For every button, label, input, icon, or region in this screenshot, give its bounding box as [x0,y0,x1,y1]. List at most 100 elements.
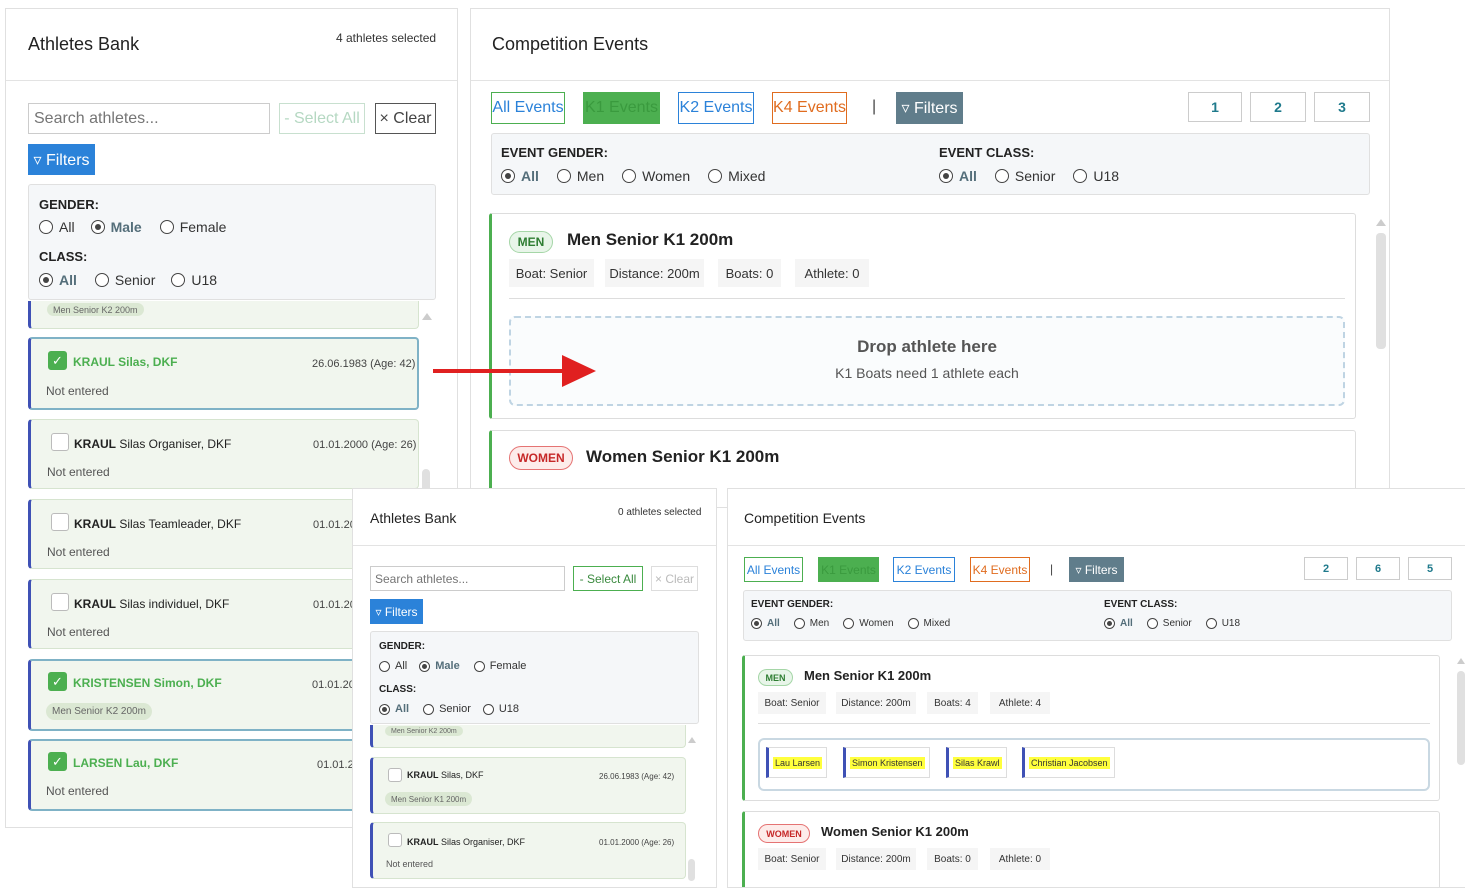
event-class-senior-radio[interactable]: Senior [1146,618,1192,629]
page-button[interactable]: 1 [1188,92,1242,122]
gender-label: GENDER: [379,641,426,652]
tab-k1-events[interactable]: K1 Events [818,557,879,582]
tab-k4-events[interactable]: K4 Events [772,92,847,124]
scroll-up-icon[interactable] [1376,219,1386,226]
competition-events-panel: Competition Events All Events K1 Events … [470,8,1390,508]
event-gender-all-radio[interactable]: All [751,618,780,629]
search-input[interactable] [370,566,565,591]
event-filters-box: EVENT GENDER: All Men Women Mixed EVENT … [491,133,1370,195]
athlete-checkbox[interactable]: ✓ [48,752,67,771]
athlete-checkbox[interactable] [388,768,402,782]
athlete-chip[interactable]: Simon Kristensen [843,747,930,778]
page-button[interactable]: 6 [1356,557,1400,580]
class-senior-radio[interactable]: Senior [94,272,155,288]
event-pill: Men Senior K2 200m [46,703,152,720]
gender-female-radio[interactable]: Female [159,219,226,235]
gender-female-radio[interactable]: Female [473,660,526,672]
athlete-card-partial[interactable]: Men Senior K2 200m [370,725,686,748]
event-gender-women-radio[interactable]: Women [622,168,690,184]
page-button[interactable]: 2 [1250,92,1306,122]
scroll-up-icon[interactable] [422,313,432,320]
athlete-checkbox[interactable] [388,833,402,847]
drop-zone-title: Drop athlete here [857,337,997,356]
select-all-button[interactable]: - Select All [573,566,643,591]
tab-k2-events[interactable]: K2 Events [893,557,955,582]
tab-k1-events[interactable]: K1 Events [583,92,660,124]
gender-male-radio[interactable]: Male [90,219,142,235]
event-meta-boat: Boat: Senior [758,848,826,870]
class-senior-radio[interactable]: Senior [423,703,471,715]
event-gender-mixed-radio[interactable]: Mixed [907,618,950,629]
class-u18-radio[interactable]: U18 [482,703,519,715]
class-options: All Senior U18 [39,272,217,288]
page-button[interactable]: 3 [1314,92,1370,122]
athlete-checkbox[interactable] [51,593,69,611]
event-class-u18-radio[interactable]: U18 [1073,168,1119,184]
athlete-chip[interactable]: Silas Krawl [946,747,1007,778]
class-all-radio[interactable]: All [39,272,77,288]
event-gender-men-radio[interactable]: Men [556,168,604,184]
scroll-up-icon[interactable] [688,737,696,743]
tab-separator: | [1050,562,1054,576]
event-pill: Men Senior K1 200m [385,792,473,806]
search-input[interactable] [28,103,270,134]
filters-box: GENDER: All Male Female CLASS: All Senio… [370,631,699,724]
filters-button[interactable]: ▿ Filters [896,92,963,124]
page-button[interactable]: 5 [1408,557,1452,580]
event-gender-all-radio[interactable]: All [501,168,539,184]
event-meta-distance: Distance: 200m [605,259,704,287]
athlete-status: Not entered [47,625,110,639]
athlete-checkbox[interactable]: ✓ [48,351,67,370]
athlete-birthdate: 01.01.20 [312,679,355,691]
drop-zone[interactable]: Drop athlete here K1 Boats need 1 athlet… [509,316,1345,406]
filters-button[interactable]: ▿ Filters [370,599,423,624]
athlete-list-scrollbar[interactable] [688,859,695,881]
tab-all-events[interactable]: All Events [744,557,803,582]
athlete-checkbox[interactable] [51,513,69,531]
event-pill: Men Senior K2 200m [385,726,463,736]
gender-male-radio[interactable]: Male [419,660,460,672]
athlete-card[interactable]: KRAUL Silas, DKF 26.06.1983 (Age: 42) Me… [370,757,686,814]
scroll-up-icon[interactable] [1457,658,1465,664]
filters-button[interactable]: ▿ Filters [1069,557,1124,582]
gender-options: All Male Female [39,219,226,235]
gender-options: All Male Female [379,660,526,672]
athlete-card[interactable]: KRAUL Silas Organiser, DKF 01.01.2000 (A… [370,822,686,879]
tab-k4-events[interactable]: K4 Events [970,557,1030,582]
event-gender-mixed-radio[interactable]: Mixed [708,168,765,184]
tab-all-events[interactable]: All Events [491,92,565,124]
event-gender-men-radio[interactable]: Men [793,618,829,629]
class-u18-radio[interactable]: U18 [171,272,217,288]
athlete-chip[interactable]: Lau Larsen [766,747,828,778]
athlete-card[interactable]: KRAUL Silas Organiser, DKF 01.01.2000 (A… [28,419,419,489]
clear-button[interactable]: × Clear [375,103,436,134]
athlete-checkbox[interactable]: ✓ [48,672,67,691]
gender-all-radio[interactable]: All [379,660,407,672]
drop-zone-subtitle: K1 Boats need 1 athlete each [835,365,1019,381]
select-all-button[interactable]: - Select All [279,103,365,134]
drag-arrow-icon [433,355,596,387]
page-button[interactable]: 2 [1304,557,1348,580]
athlete-checkbox[interactable] [51,433,69,451]
event-class-senior-radio[interactable]: Senior [994,168,1055,184]
athlete-status: Not entered [47,465,110,479]
event-class-all-radio[interactable]: All [1104,618,1133,629]
event-gender-women-radio[interactable]: Women [843,618,894,629]
athlete-chip[interactable]: Christian Jacobsen [1022,747,1115,778]
events-scrollbar[interactable] [1457,671,1465,765]
class-all-radio[interactable]: All [379,703,409,715]
clear-button[interactable]: × Clear [651,566,698,591]
athlete-card[interactable]: ✓ KRAUL Silas, DKF 26.06.1983 (Age: 42) … [28,337,419,410]
athlete-birthdate: 01.01.2000 (Age: 26) [599,838,675,847]
gender-all-radio[interactable]: All [39,219,75,235]
filters-button[interactable]: ▿ Filters [28,144,95,175]
event-class-all-radio[interactable]: All [939,168,977,184]
event-class-u18-radio[interactable]: U18 [1205,618,1240,629]
events-scrollbar[interactable] [1376,233,1386,349]
tab-k2-events[interactable]: K2 Events [678,92,754,124]
athletes-bank-header: Athletes Bank 0 athletes selected [353,489,716,546]
event-title: Women Senior K1 200m [586,447,780,466]
athlete-card-partial[interactable]: Men Senior K2 200m [28,301,419,329]
event-gender-options: All Men Women Mixed [501,168,765,184]
event-meta-boats: Boats: 4 [927,692,978,714]
